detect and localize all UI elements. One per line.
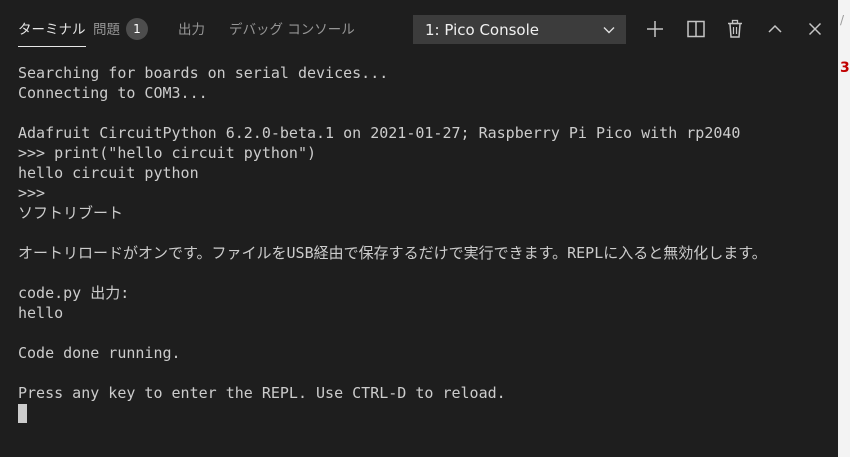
terminal-line: Code done running. (18, 344, 181, 362)
tab-debug-console-label: デバッグ コンソール (229, 22, 355, 38)
terminal-line: hello circuit python (18, 164, 199, 182)
terminal-line: Connecting to COM3... (18, 84, 208, 102)
tab-problems-label: 問題 (93, 22, 120, 38)
terminal-line: >>> (18, 184, 46, 202)
terminal-select-value: 1: Pico Console (425, 21, 539, 39)
terminal-panel: ターミナル 問題 1 出力 デバッグ コンソール 1: Pico Console (0, 0, 838, 457)
edge-glyph: 3 (840, 60, 850, 76)
tab-output[interactable]: 出力 (178, 20, 205, 50)
tab-problems[interactable]: 問題 1 (93, 18, 148, 49)
plus-icon (647, 21, 663, 37)
new-terminal-button[interactable] (643, 17, 667, 41)
terminal-output[interactable]: Searching for boards on serial devices..… (18, 63, 833, 423)
terminal-line: オートリロードがオンです。ファイルをUSB経由で保存するだけで実行できます。RE… (18, 244, 767, 262)
trash-icon (728, 19, 742, 38)
panel-tabbar: ターミナル 問題 1 出力 デバッグ コンソール 1: Pico Console (0, 0, 838, 58)
split-terminal-button[interactable] (684, 17, 708, 41)
tab-terminal-label: ターミナル (18, 22, 86, 38)
problems-count-badge: 1 (126, 18, 148, 40)
split-icon (687, 20, 705, 38)
maximize-panel-button[interactable] (763, 17, 787, 41)
terminal-line: code.py 出力: (18, 284, 130, 302)
tab-debug-console[interactable]: デバッグ コンソール (229, 20, 355, 50)
close-panel-button[interactable] (803, 17, 827, 41)
terminal-line: Press any key to enter the REPL. Use CTR… (18, 384, 506, 402)
chevron-down-icon (603, 27, 615, 34)
terminal-cursor (18, 404, 27, 423)
terminal-select-dropdown[interactable]: 1: Pico Console (413, 15, 626, 44)
terminal-line: ソフトリブート (18, 204, 124, 222)
terminal-line: Adafruit CircuitPython 6.2.0-beta.1 on 2… (18, 124, 741, 142)
terminal-line: Searching for boards on serial devices..… (18, 64, 389, 82)
chevron-up-icon (768, 24, 782, 33)
kill-terminal-button[interactable] (723, 17, 747, 41)
terminal-line: hello (18, 304, 64, 322)
tab-terminal[interactable]: ターミナル (18, 20, 86, 50)
close-icon (808, 22, 822, 36)
editor-edge-strip: / 3 (838, 0, 850, 457)
tab-output-label: 出力 (178, 22, 205, 38)
terminal-cursor-line (18, 403, 833, 423)
edge-glyph: / (840, 13, 845, 27)
terminal-line: >>> print("hello circuit python") (18, 144, 317, 162)
